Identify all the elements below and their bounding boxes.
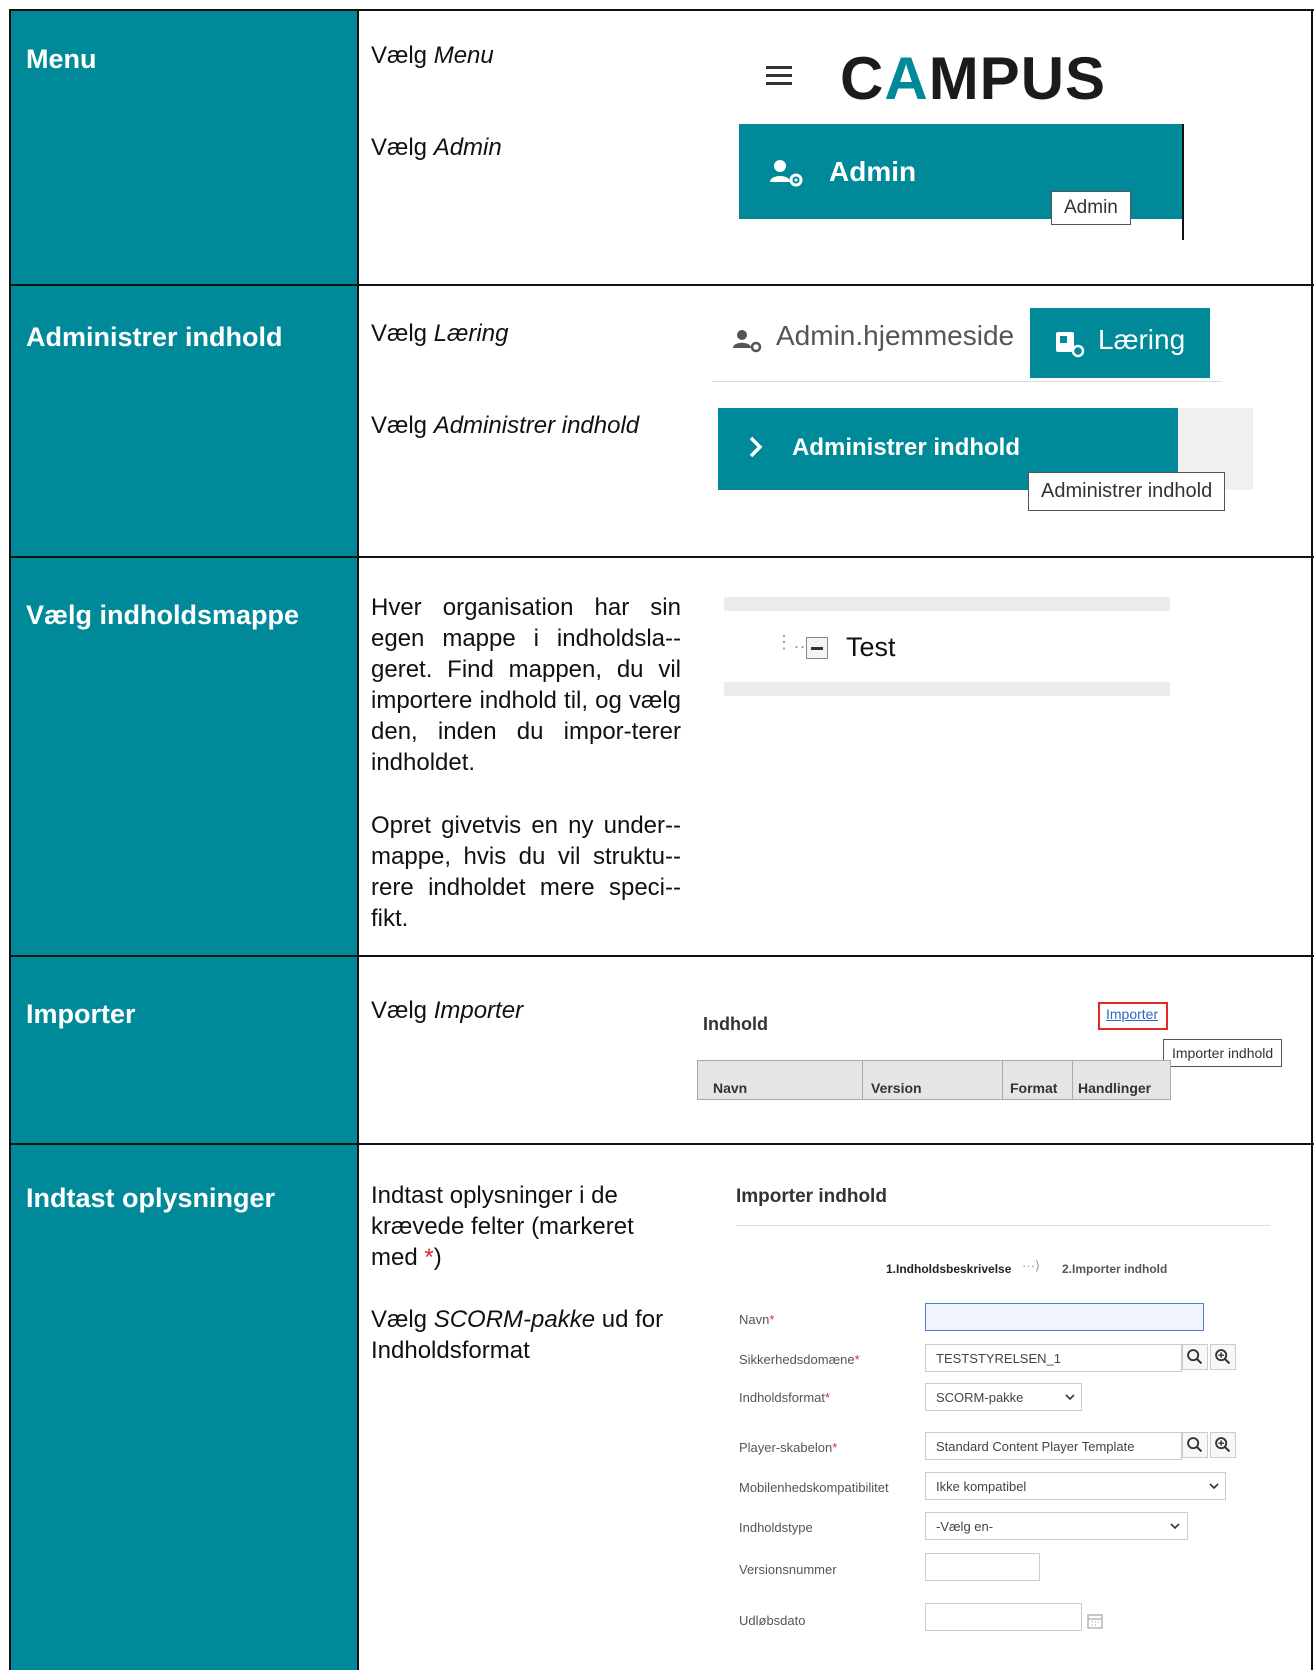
zoom-in-icon[interactable] <box>1210 1432 1236 1458</box>
instruction-table: Menu Administrer indhold Vælg indholdsma… <box>0 0 1314 1670</box>
column-header-format[interactable]: Format <box>1010 1080 1057 1096</box>
tab-admin-hjemmeside[interactable]: Admin.hjemmeside <box>776 320 1014 352</box>
chevron-right-icon <box>749 436 763 458</box>
tree-connector: ⋮.. <box>775 632 807 652</box>
column-header-navn[interactable]: Navn <box>713 1080 747 1096</box>
instruction-laering: Vælg Læring <box>371 320 509 347</box>
campus-logo: CAMPUS <box>840 45 1107 112</box>
label-udlobsdato: Udløbsdato <box>739 1613 806 1628</box>
column-header-version[interactable]: Version <box>871 1080 922 1096</box>
collapse-icon[interactable] <box>806 637 828 659</box>
section-title-importer: Importer <box>26 999 136 1029</box>
row-divider <box>9 556 1314 558</box>
folder-test[interactable]: Test <box>846 632 896 663</box>
player-skabelon-input[interactable]: Standard Content Player Template <box>925 1432 1182 1460</box>
chevron-down-icon <box>1170 1523 1180 1530</box>
table-border-top <box>9 9 1314 11</box>
instruction-oplysninger: Indtast oplysninger i de krævede felter … <box>371 1182 634 1271</box>
instruction-scorm: Vælg SCORM-pakke ud for Indholdsformat <box>371 1306 664 1364</box>
chevron-down-icon <box>1065 1394 1075 1401</box>
section-title-oplysninger: Indtast oplysninger <box>26 1183 276 1213</box>
learning-gear-icon <box>1056 332 1085 358</box>
admin-tooltip: Admin <box>1051 191 1131 225</box>
instruction-importer: Vælg Importer <box>371 997 524 1024</box>
table-border-left <box>9 9 11 1670</box>
tree-row-separator <box>724 682 1170 696</box>
content-header: Indhold <box>703 1014 768 1034</box>
table-border-right <box>1311 9 1313 1670</box>
zoom-in-icon[interactable] <box>1210 1344 1236 1370</box>
row-divider <box>9 1143 1314 1145</box>
label-sikkerhedsdomaene: Sikkerhedsdomæne* <box>739 1352 860 1367</box>
importer-tooltip: Importer indhold <box>1163 1039 1283 1067</box>
wizard-arrow-icon: ···⟩ <box>1022 1258 1041 1273</box>
calendar-icon[interactable] <box>1086 1612 1104 1630</box>
navn-input[interactable] <box>925 1303 1204 1331</box>
mobilenhedskompatibilitet-select[interactable]: Ikke kompatibel <box>925 1472 1226 1500</box>
section-title-menu: Menu <box>26 44 97 74</box>
row-divider <box>9 284 1314 286</box>
wizard-step-2: 2.Importer indhold <box>1062 1262 1168 1276</box>
udlobsdato-input[interactable] <box>925 1603 1082 1631</box>
hamburger-icon[interactable] <box>766 66 792 86</box>
admin-panel-edge <box>1182 124 1184 240</box>
label-versionsnummer: Versionsnummer <box>739 1562 837 1577</box>
chevron-down-icon <box>1209 1483 1219 1490</box>
row-divider <box>9 955 1314 957</box>
user-gear-icon <box>733 330 762 353</box>
label-indholdstype: Indholdstype <box>739 1520 813 1535</box>
user-gear-icon <box>770 160 803 187</box>
column-divider <box>357 9 359 1670</box>
instruction-administrer-indhold: Vælg Administrer indhold <box>371 412 640 439</box>
label-player-skabelon: Player-skabelon* <box>739 1440 838 1455</box>
indholdstype-select[interactable]: -Vælg en- <box>925 1512 1188 1540</box>
section-title-mappe: Vælg indholdsmappe <box>26 600 300 630</box>
instruction-menu: Vælg Menu <box>371 42 494 69</box>
label-indholdsformat: Indholdsformat* <box>739 1390 831 1405</box>
search-icon[interactable] <box>1182 1344 1208 1370</box>
admin-menu-label: Admin <box>829 156 917 187</box>
form-divider <box>736 1225 1270 1226</box>
instruction-mappe-para2: Opret givetvis en ny under-­mappe, hvis … <box>371 812 681 932</box>
administrer-indhold-tooltip: Administrer indhold <box>1028 472 1226 511</box>
section-title-administrer: Administrer indhold <box>26 322 283 352</box>
wizard-step-1: 1.Indholdsbeskrivelse <box>886 1262 1012 1276</box>
indholdsformat-select[interactable]: SCORM-pakke <box>925 1383 1082 1411</box>
versionsnummer-input[interactable] <box>925 1553 1040 1581</box>
form-title: Importer indhold <box>736 1186 887 1207</box>
label-navn: Navn* <box>739 1312 775 1327</box>
search-icon[interactable] <box>1182 1432 1208 1458</box>
importer-link[interactable]: Importer <box>1106 1006 1158 1022</box>
sikkerhedsdomaene-input[interactable]: TESTSTYRELSEN_1 <box>925 1344 1182 1372</box>
instruction-admin: Vælg Admin <box>371 134 502 161</box>
administrer-indhold-label: Administrer indhold <box>792 434 1020 461</box>
column-header-handlinger[interactable]: Handlinger <box>1078 1080 1151 1096</box>
instruction-mappe-para1: Hver organisation har sin egen mappe i i… <box>371 594 681 776</box>
label-mobilenhedskompatibilitet: Mobilenhedskompatibilitet <box>739 1480 889 1495</box>
section-title-column <box>10 10 358 1670</box>
tree-row-separator <box>724 597 1170 611</box>
tab-laering-label: Læring <box>1098 324 1186 355</box>
